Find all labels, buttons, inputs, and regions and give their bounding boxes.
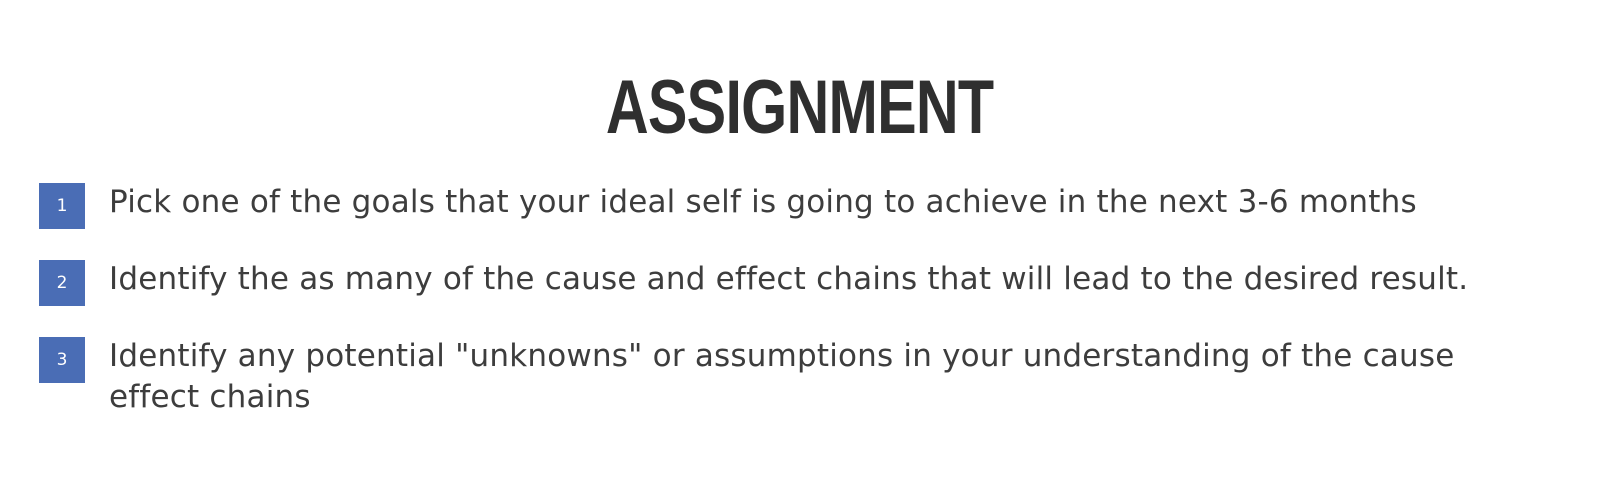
step-text: Identify any potential "unknowns" or ass… [109, 338, 1455, 415]
list-item: 1 Pick one of the goals that your ideal … [39, 182, 1579, 229]
step-text: Identify the as many of the cause and ef… [109, 261, 1469, 297]
page-title: ASSIGNMENT [605, 65, 994, 150]
step-number-badge: 3 [39, 337, 85, 383]
step-number-badge: 1 [39, 183, 85, 229]
assignment-list: 1 Pick one of the goals that your ideal … [39, 182, 1579, 418]
list-item: 2 Identify the as many of the cause and … [39, 259, 1579, 306]
step-number-badge: 2 [39, 260, 85, 306]
list-item: 3 Identify any potential "unknowns" or a… [39, 336, 1579, 418]
step-text: Pick one of the goals that your ideal se… [109, 184, 1417, 220]
